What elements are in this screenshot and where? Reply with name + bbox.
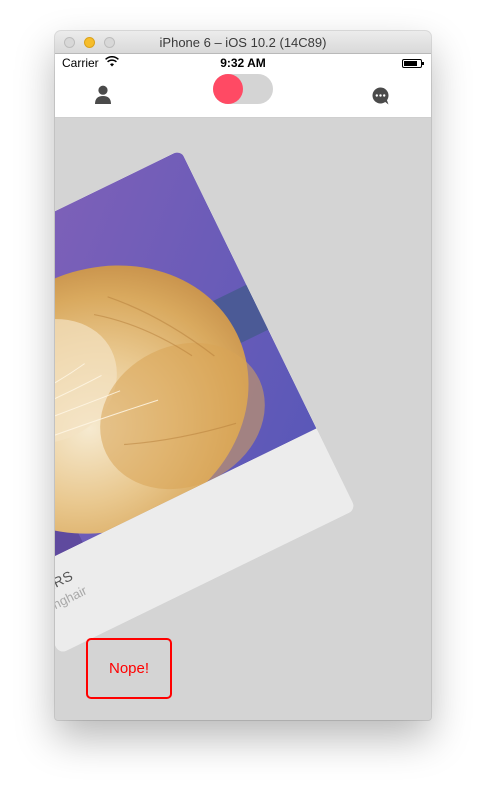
- app-nav-bar: [55, 72, 431, 118]
- toggle-knob[interactable]: [213, 74, 243, 104]
- battery-icon: [402, 59, 424, 68]
- simulator-window: iPhone 6 – iOS 10.2 (14C89) Carrier 9:32…: [55, 31, 431, 720]
- profile-card[interactable]: ARS nghair: [55, 149, 356, 655]
- messages-icon[interactable]: [371, 87, 390, 105]
- window-title: iPhone 6 – iOS 10.2 (14C89): [159, 35, 327, 50]
- ios-status-bar: Carrier 9:32 AM: [55, 54, 431, 72]
- mode-toggle[interactable]: [213, 74, 273, 104]
- profile-icon[interactable]: [94, 85, 112, 105]
- swipe-area: ARS nghair Nope!: [55, 118, 431, 720]
- status-time: 9:32 AM: [220, 56, 266, 70]
- window-titlebar: iPhone 6 – iOS 10.2 (14C89): [55, 31, 431, 54]
- nope-stamp: Nope!: [86, 638, 172, 699]
